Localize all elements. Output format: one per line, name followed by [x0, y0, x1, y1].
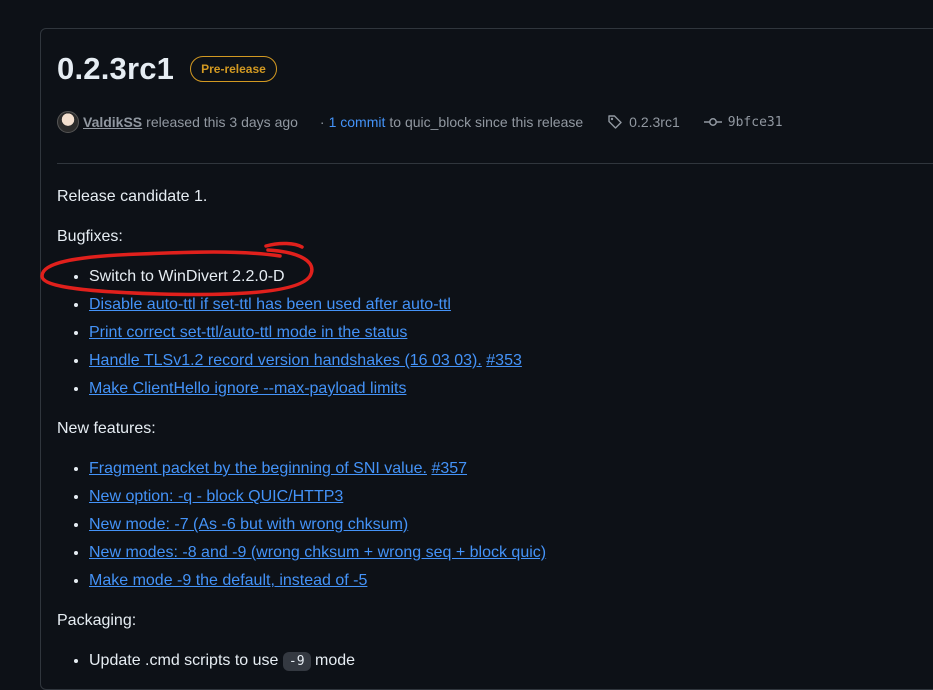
list-item: New option: -q - block QUIC/HTTP3: [89, 483, 546, 511]
tag-icon: [607, 114, 623, 130]
avatar[interactable]: [57, 111, 79, 133]
packaging-heading: Packaging:: [57, 612, 137, 629]
list-item: Switch to WinDivert 2.2.0-D: [89, 263, 546, 291]
tag-link[interactable]: 0.2.3rc1: [629, 114, 680, 130]
bugfixes-heading: Bugfixes:: [57, 228, 123, 245]
commit-suffix: to quic_block since this release: [389, 114, 584, 130]
release-title[interactable]: 0.2.3rc1: [57, 51, 174, 87]
issue-ref-link[interactable]: #357: [431, 460, 467, 477]
commit-icon: [703, 114, 722, 130]
list-item: New mode: -7 (As -6 but with wrong chksu…: [89, 511, 546, 539]
prerelease-badge: Pre-release: [190, 56, 277, 82]
features-heading: New features:: [57, 420, 156, 437]
feature-list: Fragment packet by the beginning of SNI …: [57, 455, 546, 595]
feature-link[interactable]: Fragment packet by the beginning of SNI …: [89, 460, 427, 477]
commit-count-link[interactable]: 1 commit: [329, 114, 386, 130]
feature-link[interactable]: New option: -q - block QUIC/HTTP3: [89, 488, 343, 505]
release-notes: Release candidate 1. Bugfixes: Switch to…: [57, 183, 546, 688]
feature-link[interactable]: New mode: -7 (As -6 but with wrong chksu…: [89, 516, 408, 533]
divider: [57, 163, 933, 164]
inline-code: -9: [282, 652, 311, 671]
bugfix-link[interactable]: Make ClientHello ignore --max-payload li…: [89, 380, 406, 397]
bugfix-link[interactable]: Print correct set-ttl/auto-ttl mode in t…: [89, 324, 407, 341]
list-item: Fragment packet by the beginning of SNI …: [89, 455, 546, 483]
list-item: New modes: -8 and -9 (wrong chksum + wro…: [89, 539, 546, 567]
list-item: Make mode -9 the default, instead of -5: [89, 567, 546, 595]
list-item: Handle TLSv1.2 record version handshakes…: [89, 347, 546, 375]
list-item: Print correct set-ttl/auto-ttl mode in t…: [89, 319, 546, 347]
released-text: released this 3 days ago: [146, 114, 298, 130]
author-link[interactable]: ValdikSS: [83, 114, 142, 130]
feature-link[interactable]: Make mode -9 the default, instead of -5: [89, 572, 367, 589]
list-item: Disable auto-ttl if set-ttl has been use…: [89, 291, 546, 319]
release-meta: ValdikSS released this 3 days ago · 1 co…: [57, 109, 783, 135]
bugfix-text: Switch to WinDivert 2.2.0-D: [89, 268, 285, 285]
packaging-list: Update .cmd scripts to use -9 mode: [57, 647, 546, 676]
issue-ref-link[interactable]: #353: [486, 352, 522, 369]
commit-hash-link[interactable]: 9bfce31: [728, 115, 783, 130]
release-header: 0.2.3rc1 Pre-release: [57, 51, 277, 87]
bugfix-link[interactable]: Disable auto-ttl if set-ttl has been use…: [89, 296, 451, 313]
intro-text: Release candidate 1.: [57, 188, 208, 205]
list-item: Update .cmd scripts to use -9 mode: [89, 647, 546, 676]
separator: ·: [319, 114, 325, 130]
bugfix-link[interactable]: Handle TLSv1.2 record version handshakes…: [89, 352, 482, 369]
list-item: Make ClientHello ignore --max-payload li…: [89, 375, 546, 403]
release-card: 0.2.3rc1 Pre-release ValdikSS released t…: [40, 28, 933, 690]
bugfix-list: Switch to WinDivert 2.2.0-D Disable auto…: [57, 263, 546, 403]
packaging-text-suffix: mode: [314, 652, 356, 669]
feature-link[interactable]: New modes: -8 and -9 (wrong chksum + wro…: [89, 544, 546, 561]
packaging-text-prefix: Update .cmd scripts to use: [89, 652, 279, 669]
